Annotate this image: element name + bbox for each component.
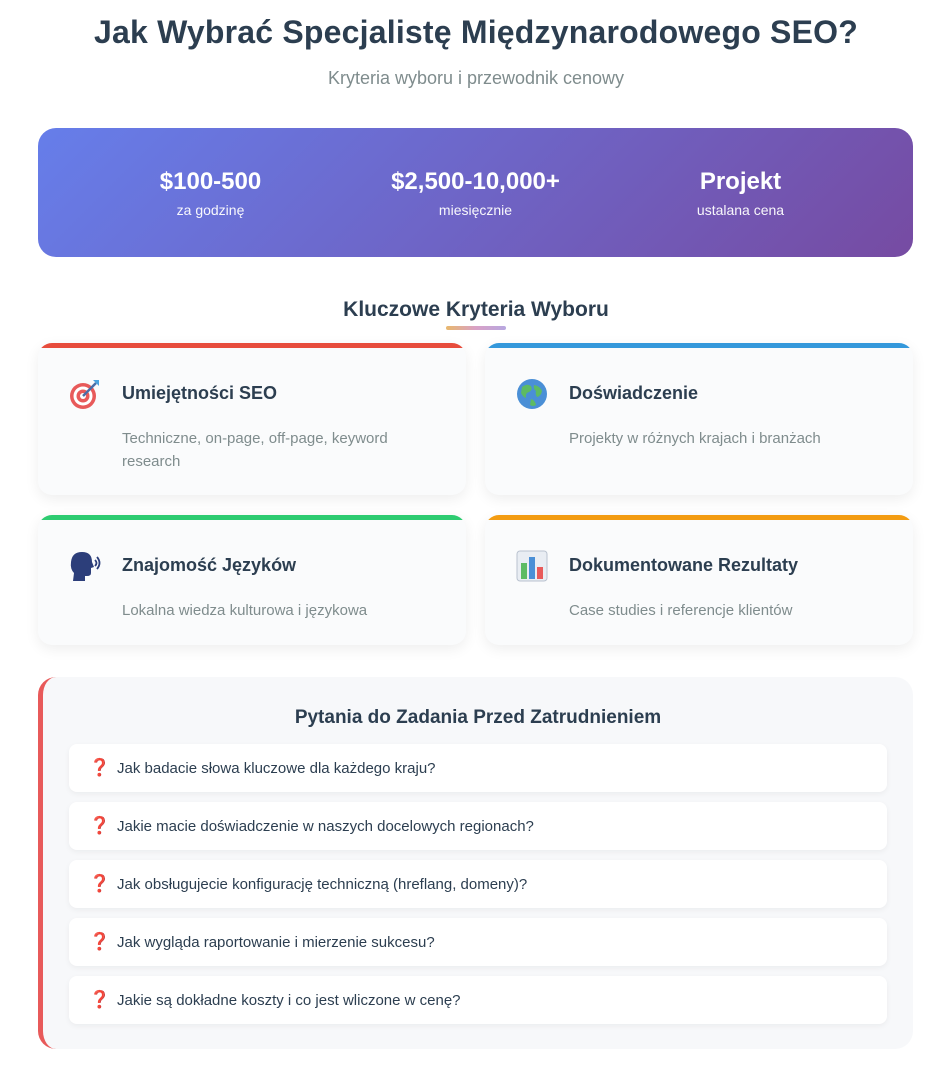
question-item: ❓ Jak wygląda raportowanie i mierzenie s… <box>69 918 887 966</box>
question-mark-icon: ❓ <box>89 932 111 951</box>
card-title: Dokumentowane Rezultaty <box>569 555 799 575</box>
question-text: Jak obsługujecie konfigurację techniczną… <box>117 875 528 893</box>
question-item: ❓ Jak badacie słowa kluczowe dla każdego… <box>69 744 887 792</box>
card-accent-bar <box>38 515 466 520</box>
price-monthly: $2,500-10,000+ miesięcznie <box>356 168 596 218</box>
question-mark-icon: ❓ <box>89 990 111 1009</box>
card-title: Doświadczenie <box>569 383 699 403</box>
question-item: ❓ Jakie są dokładne koszty i co jest wli… <box>69 976 887 1024</box>
question-mark-icon: ❓ <box>89 758 111 777</box>
criteria-card-results: Dokumentowane Rezultaty Case studies i r… <box>485 515 913 645</box>
card-description: Techniczne, on-page, off-page, keyword r… <box>122 430 388 470</box>
bar-chart-icon <box>515 549 549 583</box>
target-icon <box>68 377 102 411</box>
card-accent-bar <box>485 343 913 348</box>
globe-icon <box>515 377 549 411</box>
question-text: Jak wygląda raportowanie i mierzenie suk… <box>117 933 435 951</box>
question-mark-icon: ❓ <box>89 816 111 835</box>
heading-underline <box>446 326 506 330</box>
question-item: ❓ Jakie macie doświadczenie w naszych do… <box>69 802 887 850</box>
criteria-card-experience: Doświadczenie Projekty w różnych krajach… <box>485 343 913 495</box>
question-text: Jakie macie doświadczenie w naszych doce… <box>117 817 534 835</box>
card-description: Lokalna wiedza kulturowa i językowa <box>122 602 368 619</box>
criteria-card-seo-skills: Umiejętności SEO Techniczne, on-page, of… <box>38 343 466 495</box>
price-label: za godzinę <box>176 201 245 218</box>
card-description: Case studies i referencje klientów <box>569 602 793 619</box>
price-value: $100-500 <box>159 167 262 195</box>
speaking-head-icon <box>68 549 102 583</box>
question-text: Jakie są dokładne koszty i co jest wlicz… <box>117 991 461 1009</box>
question-item: ❓ Jak obsługujecie konfigurację technicz… <box>69 860 887 908</box>
page-title: Jak Wybrać Specjalistę Międzynarodowego … <box>93 14 858 50</box>
questions-heading: Pytania do Zadania Przed Zatrudnieniem <box>294 707 662 728</box>
price-label: miesięcznie <box>438 201 513 218</box>
card-title: Umiejętności SEO <box>122 383 278 403</box>
question-mark-icon: ❓ <box>89 874 111 893</box>
price-hourly: $100-500 za godzinę <box>91 168 331 218</box>
question-text: Jak badacie słowa kluczowe dla każdego k… <box>117 759 436 777</box>
pricing-banner: $100-500 za godzinę $2,500-10,000+ miesi… <box>38 128 913 257</box>
price-value: $2,500-10,000+ <box>391 167 560 195</box>
price-project: Projekt ustalana cena <box>621 168 861 218</box>
questions-panel: Pytania do Zadania Przed Zatrudnieniem ❓… <box>38 677 913 1049</box>
criteria-card-languages: Znajomość Języków Lokalna wiedza kulturo… <box>38 515 466 645</box>
card-accent-bar <box>38 343 466 348</box>
page-subtitle: Kryteria wyboru i przewodnik cenowy <box>327 68 625 88</box>
card-accent-bar <box>485 515 913 520</box>
criteria-heading: Kluczowe Kryteria Wyboru <box>343 298 609 321</box>
price-value: Projekt <box>699 167 782 195</box>
card-title: Znajomość Języków <box>122 555 297 575</box>
price-label: ustalana cena <box>696 201 785 218</box>
card-description: Projekty w różnych krajach i branżach <box>569 430 821 447</box>
